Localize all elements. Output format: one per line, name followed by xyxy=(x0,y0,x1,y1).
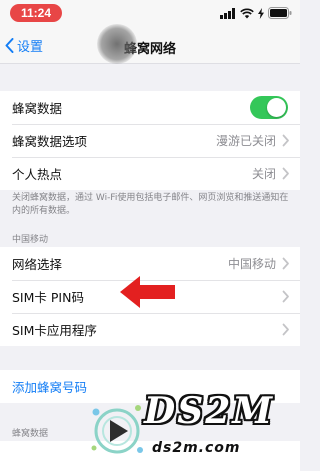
status-icons xyxy=(220,6,292,20)
sim-applications-row[interactable]: SIM卡应用程序 xyxy=(0,313,300,346)
cellular-footnote: 关闭蜂窝数据，通过 Wi-Fi使用包括电子邮件、网页浏览和推送通知在内的所有数据… xyxy=(12,193,289,216)
page-title: 蜂窝网络 xyxy=(123,42,176,57)
cellular-data-row: 蜂窝数据 xyxy=(0,91,300,124)
sim-apps-label: SIM卡应用程序 xyxy=(12,323,97,338)
cellular-data-toggle[interactable] xyxy=(250,96,288,119)
chevron-right-icon xyxy=(282,257,289,270)
network-selection-value: 中国移动 xyxy=(227,257,276,271)
cellular-settings-group: 蜂窝数据 蜂窝数据选项 漫游已关闭 个人热点 关闭 xyxy=(0,91,300,190)
watermark-title: DS2M xyxy=(144,390,275,432)
chevron-right-icon xyxy=(282,167,289,180)
chevron-right-icon xyxy=(282,134,289,147)
cellular-options-value: 漫游已关闭 xyxy=(215,134,276,148)
hotspot-label: 个人热点 xyxy=(12,167,63,182)
cellular-data-section-header: 蜂窝数据 xyxy=(12,429,49,439)
cellular-data-options-row[interactable]: 蜂窝数据选项 漫游已关闭 xyxy=(0,124,300,157)
navigation-bar: 设置 蜂窝网络 xyxy=(0,28,300,64)
chevron-right-icon xyxy=(282,323,289,336)
network-selection-label: 网络选择 xyxy=(12,257,63,272)
battery-icon xyxy=(268,7,292,19)
status-bar: 11:24 xyxy=(0,0,300,28)
watermark-logo-icon xyxy=(91,405,143,454)
charging-icon xyxy=(258,7,264,19)
chevron-right-icon xyxy=(282,290,289,303)
wifi-icon xyxy=(240,8,254,18)
watermark-subtitle: ds2m.com xyxy=(152,440,241,456)
toggle-knob xyxy=(267,98,286,117)
signal-icon xyxy=(220,7,235,19)
cellular-options-label: 蜂窝数据选项 xyxy=(12,134,88,149)
touch-indicator xyxy=(97,24,137,64)
status-time: 11:24 xyxy=(20,6,52,20)
personal-hotspot-row[interactable]: 个人热点 关闭 xyxy=(0,157,300,190)
carrier-section-header: 中国移动 xyxy=(12,235,49,245)
time-pill: 11:24 xyxy=(10,4,62,22)
cellular-data-label: 蜂窝数据 xyxy=(12,101,63,116)
ds2m-watermark: DS2M ds2m.com xyxy=(88,384,300,471)
red-arrow-annotation xyxy=(120,276,175,308)
hotspot-value: 关闭 xyxy=(251,167,276,181)
sim-pin-label: SIM卡 PIN码 xyxy=(12,290,84,305)
add-plan-label: 添加蜂窝号码 xyxy=(12,380,88,395)
